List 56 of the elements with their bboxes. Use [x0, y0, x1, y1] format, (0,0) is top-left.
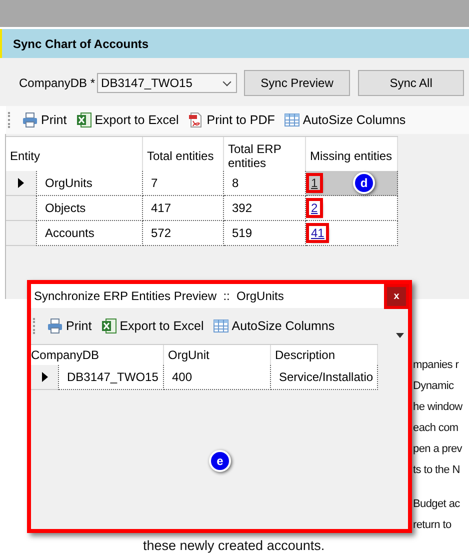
toolbar-button[interactable]: Print: [18, 112, 72, 128]
toolbar-button[interactable]: Export to Excel: [96, 318, 209, 334]
table-cell: 519: [224, 221, 306, 246]
spreadsheet-icon: [100, 318, 117, 334]
overflow-icon[interactable]: [396, 333, 404, 338]
table-cell: OrgUnits: [36, 171, 143, 196]
toolbar-button[interactable]: AutoSize Columns: [208, 318, 340, 334]
table-cell: Accounts: [36, 221, 143, 246]
missing-count-link[interactable]: 1: [309, 176, 320, 190]
toolbar-button[interactable]: AutoSize Columns: [280, 112, 411, 128]
printer-icon: [22, 112, 38, 128]
action-button[interactable]: Sync Preview: [244, 70, 350, 96]
column-header[interactable]: OrgUnit: [164, 345, 271, 365]
printer-icon: [47, 318, 63, 334]
grip-handle[interactable]: [8, 112, 12, 128]
table-cell: 572: [143, 221, 224, 246]
table-icon: [212, 318, 229, 334]
row-header[interactable]: [6, 171, 36, 196]
table-icon: [284, 112, 300, 128]
table-cell: Objects: [36, 196, 143, 221]
pdf-document-icon: [188, 112, 204, 128]
column-header[interactable]: CompanyDB: [31, 345, 164, 365]
missing-count-link[interactable]: 41: [309, 226, 326, 240]
document-text: he window: [413, 400, 464, 415]
table-cell: DB3147_TWO15: [58, 365, 164, 390]
table-cell: 7: [143, 171, 224, 196]
toolbar-button[interactable]: Export to Excel: [72, 112, 184, 128]
table-cell: 400: [164, 365, 271, 390]
document-text: Dynamic: [413, 379, 455, 394]
panel-title: Sync Chart of Accounts: [13, 36, 149, 50]
document-text: Budget ac: [413, 497, 461, 512]
toolbar-button[interactable]: Print: [43, 318, 97, 334]
company-dropdown[interactable]: DB3147_TWO15: [97, 72, 238, 92]
document-text: return to: [413, 518, 452, 533]
dialog-title: Synchronize ERP Entities Preview :: OrgUnits: [34, 289, 284, 303]
document-text: mpanies r: [413, 358, 460, 373]
table-cell: 8: [224, 171, 306, 196]
document-text: ts to the N: [413, 463, 461, 478]
table-cell: Service/Installatio: [271, 365, 378, 390]
action-button[interactable]: Sync All: [358, 70, 464, 96]
current-row-icon: [18, 178, 24, 188]
grip-handle[interactable]: [33, 318, 37, 334]
spreadsheet-icon: [76, 112, 92, 128]
document-text: these newly created accounts.: [143, 537, 326, 554]
callout-marker: d: [353, 172, 375, 194]
close-button[interactable]: x: [387, 286, 406, 306]
field-label: CompanyDB *: [19, 76, 96, 90]
table-cell: 392: [224, 196, 306, 221]
toolbar-button[interactable]: Print to PDF: [184, 112, 280, 128]
callout-marker: e: [209, 450, 231, 472]
document-text: pen a prev: [413, 442, 464, 457]
missing-count-link[interactable]: 2: [309, 201, 320, 215]
current-row-icon: [42, 372, 48, 382]
table-cell: 417: [143, 196, 224, 221]
column-header[interactable]: Description: [271, 345, 378, 365]
document-text: each com: [413, 421, 460, 436]
